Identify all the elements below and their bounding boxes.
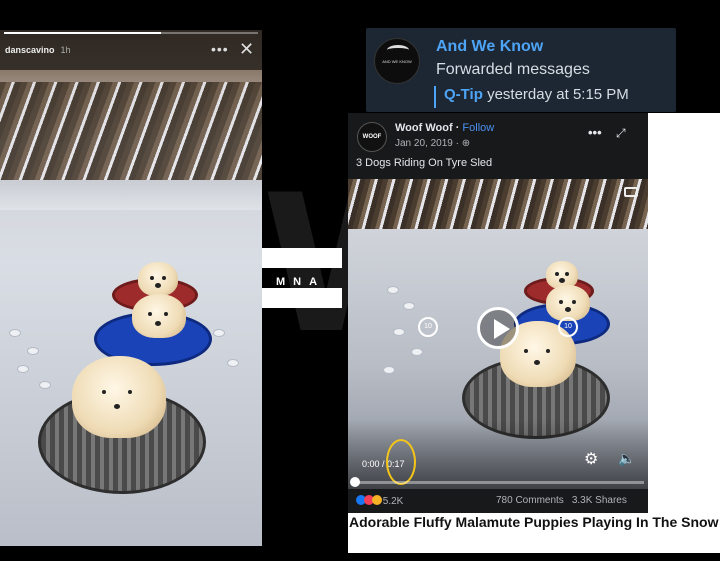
- snow-track: [404, 303, 414, 309]
- snow-background: [0, 180, 262, 210]
- snow-track: [412, 349, 422, 355]
- page-avatar[interactable]: WOOF: [357, 122, 387, 152]
- skip-back-button[interactable]: 10: [418, 317, 438, 337]
- skip-forward-button[interactable]: 10: [558, 317, 578, 337]
- expand-icon[interactable]: ⤢: [616, 126, 626, 141]
- globe-icon: ⊕: [461, 138, 471, 149]
- channel-name[interactable]: And We Know: [436, 38, 543, 56]
- puppy: [72, 356, 166, 438]
- scrubber-handle[interactable]: [350, 477, 360, 487]
- page-name[interactable]: Woof Woof: [395, 122, 453, 134]
- volume-icon[interactable]: 🔈: [618, 450, 635, 467]
- haha-icon: [372, 495, 382, 505]
- snow-track: [18, 366, 28, 372]
- instagram-story: danscavino 1h ••• ✕: [0, 30, 262, 546]
- puppy: [138, 262, 178, 296]
- close-icon[interactable]: ✕: [239, 39, 254, 60]
- reaction-count: 5.2K: [382, 496, 404, 507]
- highlight-circle: [386, 439, 416, 485]
- reactions-summary[interactable]: 5.2K: [356, 495, 403, 507]
- article-headline[interactable]: Adorable Fluffy Malamute Puppies Playing…: [349, 513, 719, 532]
- snow-track: [10, 330, 20, 336]
- story-username[interactable]: danscavino: [5, 45, 55, 55]
- snow-track: [384, 367, 394, 373]
- shares-count[interactable]: 3.3K Shares: [572, 495, 627, 506]
- puppy: [132, 294, 186, 338]
- forwarded-label: Forwarded messages: [436, 61, 590, 78]
- snow-track: [214, 330, 224, 336]
- snow-track: [28, 348, 38, 354]
- play-button[interactable]: [477, 307, 519, 349]
- current-time: 0:00: [362, 459, 380, 469]
- snow-track: [388, 287, 398, 293]
- post-menu-icon[interactable]: •••: [588, 125, 602, 140]
- comments-count[interactable]: 780 Comments: [496, 495, 564, 506]
- puppy: [546, 285, 590, 321]
- snow-track: [228, 360, 238, 366]
- snow-track: [394, 329, 404, 335]
- channel-avatar[interactable]: AND WE KNOW: [374, 38, 420, 84]
- story-progress-bar: [4, 32, 258, 34]
- watermark-logo: W MNA: [262, 170, 472, 410]
- video-scrubber[interactable]: [352, 481, 644, 484]
- facebook-post: WOOF Woof Woof · Follow Jan 20, 2019 · ⊕…: [348, 113, 720, 553]
- post-caption: 3 Dogs Riding On Tyre Sled: [356, 157, 493, 169]
- story-age: 1h: [60, 45, 71, 55]
- story-header: danscavino 1h ••• ✕: [0, 30, 262, 70]
- reply-author: Q-Tip: [444, 86, 483, 103]
- ellipsis-icon[interactable]: •••: [211, 41, 229, 57]
- post-date[interactable]: Jan 20, 2019: [395, 138, 453, 149]
- follow-link[interactable]: Follow: [462, 122, 494, 134]
- hedge-background: [0, 82, 262, 190]
- hedge-background: [348, 179, 648, 229]
- post-card: WOOF Woof Woof · Follow Jan 20, 2019 · ⊕…: [348, 113, 648, 513]
- settings-gear-icon[interactable]: ⚙: [584, 449, 598, 469]
- eagle-icon: [387, 45, 409, 55]
- telegram-forward-card: AND WE KNOW And We Know Forwarded messag…: [366, 28, 676, 112]
- reply-time: yesterday at 5:15 PM: [487, 86, 629, 103]
- cast-icon[interactable]: [624, 187, 638, 197]
- reply-quote[interactable]: Q-Tip yesterday at 5:15 PM: [434, 86, 629, 108]
- snow-track: [40, 382, 50, 388]
